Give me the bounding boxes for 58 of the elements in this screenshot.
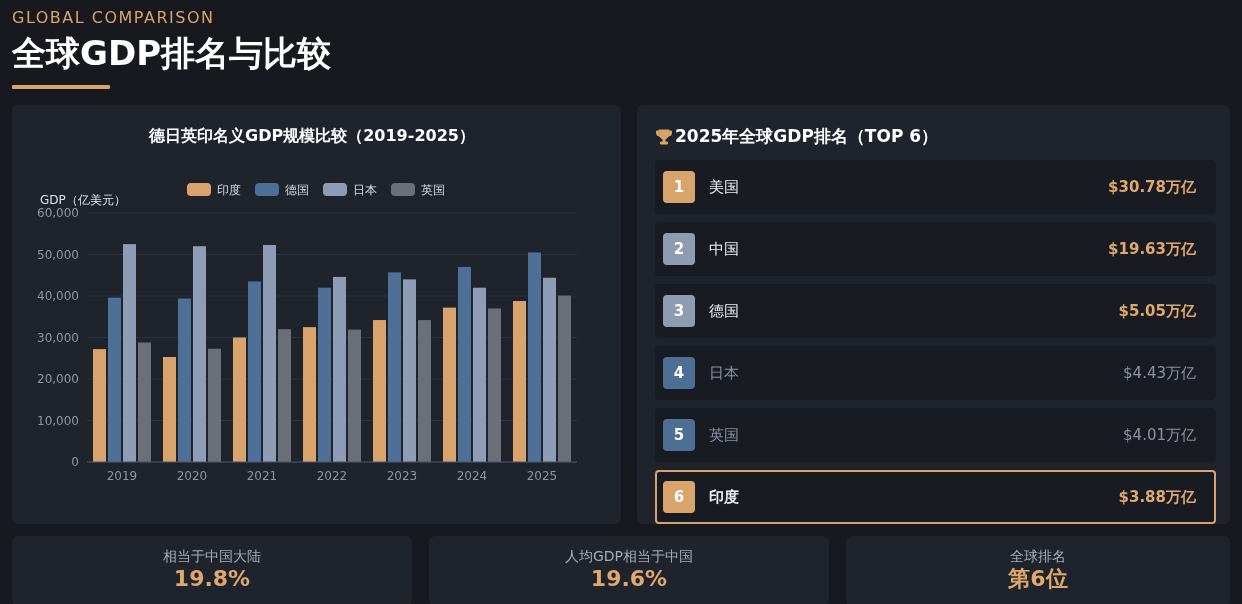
x-tick-label: 2020	[176, 469, 208, 483]
stat-value: 19.8%	[173, 566, 251, 592]
gdp-value: $19.63万亿	[1108, 239, 1196, 259]
ranking-title: 2025年全球GDP排名（TOP 6）	[675, 125, 939, 148]
legend-item[interactable]: 德国	[255, 183, 309, 197]
stat-label: 全球排名	[1010, 548, 1066, 566]
legend-label: 印度	[217, 183, 241, 197]
country-name: 日本	[709, 363, 740, 383]
stat-label: 人均GDP相当于中国	[564, 548, 694, 566]
country-name: 美国	[709, 177, 740, 197]
legend-item[interactable]: 印度	[187, 183, 241, 197]
y-axis-label: GDP（亿美元）	[40, 193, 126, 207]
x-tick-label: 2019	[106, 469, 138, 483]
gdp-value: $3.88万亿	[1118, 487, 1196, 507]
legend-item[interactable]: 日本	[323, 183, 377, 197]
x-tick-label: 2024	[456, 469, 488, 483]
y-tick-label: 50,000	[37, 247, 79, 262]
ranking-row[interactable]: 6 印度 $3.88万亿	[655, 470, 1216, 524]
country-name: 德国	[709, 301, 740, 321]
ranking-row[interactable]: 1 美国 $30.78万亿	[655, 160, 1216, 214]
country-name: 印度	[709, 487, 740, 507]
gdp-value: $5.05万亿	[1118, 301, 1196, 321]
y-tick-label: 20,000	[37, 372, 79, 386]
ranking-row[interactable]: 4 日本 $4.43万亿	[655, 346, 1216, 400]
legend-item[interactable]: 英国	[391, 183, 445, 197]
chart-title: 德日英印名义GDP规模比较（2019-2025）	[149, 126, 475, 145]
gdp-value: $4.01万亿	[1123, 425, 1196, 445]
rank-badge: 3	[663, 295, 695, 327]
page-title: 全球GDP排名与比较	[12, 32, 332, 75]
rank-badge: 6	[663, 481, 695, 513]
section-eyebrow: GLOBAL COMPARISON	[12, 8, 215, 27]
x-tick-label: 2022	[316, 469, 348, 483]
y-tick-label: 40,000	[37, 289, 79, 303]
legend-label: 日本	[353, 183, 377, 197]
y-tick-label: 10,000	[37, 413, 79, 428]
rank-badge: 1	[663, 171, 695, 203]
gdp-value: $30.78万亿	[1108, 177, 1196, 197]
ranking-row[interactable]: 2 中国 $19.63万亿	[655, 222, 1216, 276]
stat-value: 19.6%	[590, 566, 668, 592]
legend-label: 德国	[285, 183, 309, 197]
rank-badge: 2	[663, 233, 695, 265]
y-tick-label: 60,000	[37, 206, 79, 220]
stat-value: 第6位	[1008, 566, 1068, 592]
ranking-row[interactable]: 5 英国 $4.01万亿	[655, 408, 1216, 462]
gdp-value: $4.43万亿	[1123, 363, 1196, 383]
y-tick-label: 30,000	[37, 330, 79, 345]
x-tick-label: 2021	[246, 469, 278, 483]
rank-badge: 5	[663, 419, 695, 451]
country-name: 中国	[709, 239, 740, 259]
rank-badge: 4	[663, 357, 695, 389]
x-tick-label: 2025	[526, 469, 558, 483]
legend-label: 英国	[421, 183, 445, 197]
stat-label: 相当于中国大陆	[163, 548, 261, 566]
trophy-icon	[655, 127, 673, 146]
y-tick-label: 0	[71, 455, 79, 469]
x-tick-label: 2023	[386, 469, 418, 483]
country-name: 英国	[709, 425, 740, 445]
ranking-row[interactable]: 3 德国 $5.05万亿	[655, 284, 1216, 338]
